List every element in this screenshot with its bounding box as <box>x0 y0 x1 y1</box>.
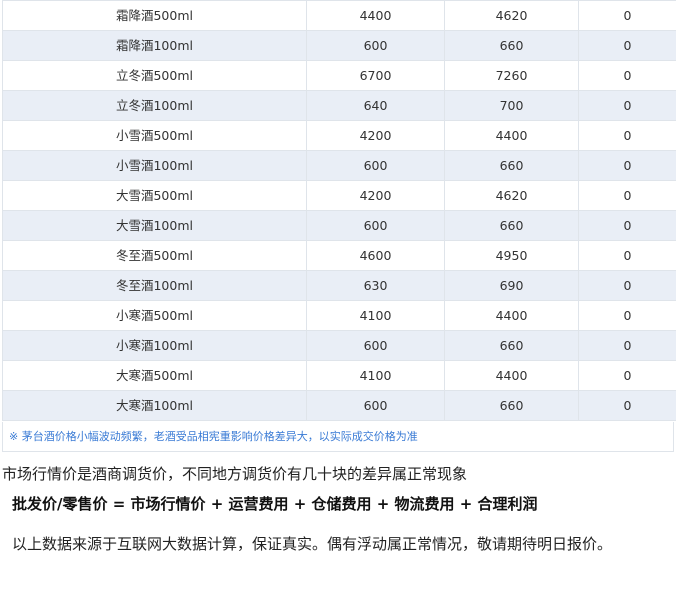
table-row: 霜降酒100ml 600 660 0 <box>2 30 676 61</box>
price-table: 霜降酒500ml 4400 4620 0 霜降酒100ml 600 660 0 立冬酒500ml… <box>2 0 676 421</box>
price-a-cell: 4100 <box>306 360 445 391</box>
change-cell: 0 <box>578 60 676 91</box>
change-cell: 0 <box>578 210 676 241</box>
price-b-cell: 660 <box>444 390 579 421</box>
price-b-cell: 700 <box>444 90 579 121</box>
table-row: 立冬酒100ml 640 700 0 <box>2 90 676 121</box>
change-cell: 0 <box>578 150 676 181</box>
product-name-cell: 大雪酒100ml <box>2 210 307 241</box>
price-a-cell: 6700 <box>306 60 445 91</box>
price-table-body: 霜降酒500ml 4400 4620 0 霜降酒100ml 600 660 0 立冬酒500ml… <box>2 0 676 421</box>
table-row: 小寒酒500ml 4100 4400 0 <box>2 300 676 331</box>
price-a-cell: 640 <box>306 90 445 121</box>
price-b-cell: 660 <box>444 210 579 241</box>
product-name-cell: 小雪酒100ml <box>2 150 307 181</box>
table-row: 大寒酒500ml 4100 4400 0 <box>2 360 676 391</box>
product-name-cell: 大寒酒100ml <box>2 390 307 421</box>
product-name-cell: 小寒酒500ml <box>2 300 307 331</box>
table-row: 小雪酒500ml 4200 4400 0 <box>2 120 676 151</box>
price-b-cell: 660 <box>444 30 579 61</box>
price-a-cell: 600 <box>306 210 445 241</box>
price-a-cell: 4600 <box>306 240 445 271</box>
price-a-cell: 630 <box>306 270 445 301</box>
price-b-cell: 7260 <box>444 60 579 91</box>
product-name-cell: 大寒酒500ml <box>2 360 307 391</box>
table-row: 立冬酒500ml 6700 7260 0 <box>2 60 676 91</box>
product-name-cell: 冬至酒100ml <box>2 270 307 301</box>
price-b-cell: 690 <box>444 270 579 301</box>
price-a-cell: 4200 <box>306 180 445 211</box>
price-a-cell: 600 <box>306 150 445 181</box>
price-b-cell: 4400 <box>444 300 579 331</box>
change-cell: 0 <box>578 300 676 331</box>
price-b-cell: 4950 <box>444 240 579 271</box>
product-name-cell: 小雪酒500ml <box>2 120 307 151</box>
table-row: 大雪酒100ml 600 660 0 <box>2 210 676 241</box>
product-name-cell: 冬至酒500ml <box>2 240 307 271</box>
product-name-cell: 霜降酒500ml <box>2 0 307 31</box>
price-formula-paragraph: 批发价/零售价 = 市场行情价 + 运营费用 + 仓储费用 + 物流费用 + 合… <box>12 495 538 513</box>
change-cell: 0 <box>578 270 676 301</box>
product-name-cell: 大雪酒500ml <box>2 180 307 211</box>
price-note: ※ 茅台酒价格小幅波动频繁，老酒受品相宪重影响价格差异大，以实际成交价格为准 <box>2 422 674 452</box>
change-cell: 0 <box>578 120 676 151</box>
table-row: 小雪酒100ml 600 660 0 <box>2 150 676 181</box>
change-cell: 0 <box>578 30 676 61</box>
price-b-cell: 4400 <box>444 360 579 391</box>
price-b-cell: 660 <box>444 330 579 361</box>
market-price-paragraph: 市场行情价是酒商调货价，不同地方调货价有几十块的差异属正常现象 <box>2 465 468 483</box>
price-a-cell: 4100 <box>306 300 445 331</box>
price-a-cell: 4400 <box>306 0 445 31</box>
table-row: 小寒酒100ml 600 660 0 <box>2 330 676 361</box>
change-cell: 0 <box>578 390 676 421</box>
table-row: 大寒酒100ml 600 660 0 <box>2 390 676 421</box>
change-cell: 0 <box>578 0 676 31</box>
product-name-cell: 小寒酒100ml <box>2 330 307 361</box>
price-b-cell: 660 <box>444 150 579 181</box>
table-row: 霜降酒500ml 4400 4620 0 <box>2 0 676 31</box>
product-name-cell: 立冬酒100ml <box>2 90 307 121</box>
price-b-cell: 4620 <box>444 0 579 31</box>
price-table-container: 霜降酒500ml 4400 4620 0 霜降酒100ml 600 660 0 立冬酒500ml… <box>2 0 676 421</box>
change-cell: 0 <box>578 360 676 391</box>
table-row: 大雪酒500ml 4200 4620 0 <box>2 180 676 211</box>
change-cell: 0 <box>578 90 676 121</box>
product-name-cell: 霜降酒100ml <box>2 30 307 61</box>
price-a-cell: 600 <box>306 390 445 421</box>
change-cell: 0 <box>578 180 676 211</box>
data-source-paragraph: 以上数据来源于互联网大数据计算，保证真实。偶有浮动属正常情况，敬请期待明日报价。 <box>12 535 613 553</box>
price-a-cell: 4200 <box>306 120 445 151</box>
change-cell: 0 <box>578 330 676 361</box>
price-a-cell: 600 <box>306 330 445 361</box>
product-name-cell: 立冬酒500ml <box>2 60 307 91</box>
table-row: 冬至酒100ml 630 690 0 <box>2 270 676 301</box>
price-b-cell: 4400 <box>444 120 579 151</box>
table-row: 冬至酒500ml 4600 4950 0 <box>2 240 676 271</box>
price-a-cell: 600 <box>306 30 445 61</box>
price-b-cell: 4620 <box>444 180 579 211</box>
change-cell: 0 <box>578 240 676 271</box>
